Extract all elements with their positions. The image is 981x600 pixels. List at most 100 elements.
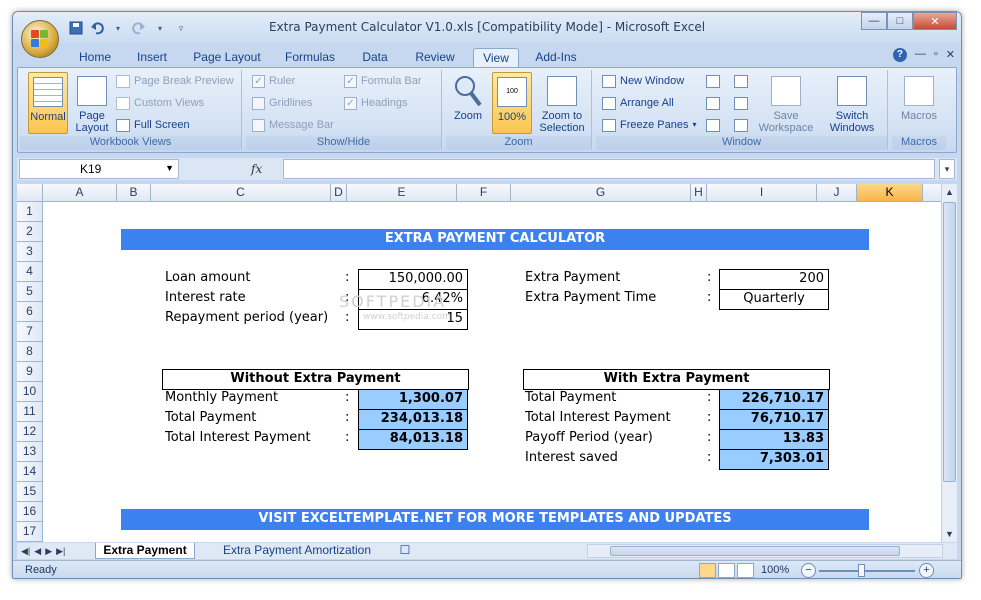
zoom-out-icon[interactable]: − — [801, 563, 816, 578]
row-header[interactable]: 7 — [17, 322, 43, 342]
row-header[interactable]: 11 — [17, 402, 43, 422]
normal-view-shortcut-icon[interactable] — [699, 563, 716, 578]
loan-amount-input[interactable]: 150,000.00 — [358, 269, 468, 290]
sheet-tab-amortization[interactable]: Extra Payment Amortization — [207, 543, 387, 559]
close-button[interactable]: ✕ — [913, 12, 957, 30]
page-layout-shortcut-icon[interactable] — [718, 563, 735, 578]
headings-checkbox[interactable]: ✓ Headings — [344, 94, 407, 112]
tab-data[interactable]: Data — [357, 48, 393, 68]
normal-view-button[interactable]: Normal — [28, 72, 68, 134]
row-header[interactable]: 16 — [17, 502, 43, 522]
tab-view[interactable]: View — [473, 48, 519, 68]
row-header[interactable]: 12 — [17, 422, 43, 442]
last-sheet-icon[interactable]: ▶| — [56, 543, 65, 559]
insert-sheet-icon[interactable]: ☐ — [395, 543, 415, 559]
column-header[interactable]: F — [457, 184, 511, 202]
column-header-selected[interactable]: K — [857, 184, 923, 202]
column-header[interactable]: E — [347, 184, 457, 202]
switch-windows-button[interactable]: Switch Windows — [822, 72, 882, 134]
worksheet-grid[interactable]: A B C D E F G H I J K 1 2 3 4 5 6 7 8 9 … — [17, 184, 941, 542]
expand-formula-bar-button[interactable]: ▾ — [939, 159, 955, 179]
macros-button[interactable]: Macros — [898, 72, 940, 134]
zoom-button[interactable]: Zoom — [450, 72, 486, 134]
select-all-button[interactable] — [17, 184, 43, 202]
next-sheet-icon[interactable]: ▶ — [45, 543, 52, 559]
column-header[interactable]: G — [511, 184, 691, 202]
prev-sheet-icon[interactable]: ◀ — [34, 543, 41, 559]
workbook-restore-button[interactable]: ▫ — [934, 48, 938, 62]
insert-function-icon[interactable]: fx — [251, 162, 262, 176]
row-header[interactable]: 4 — [17, 262, 43, 282]
column-header[interactable]: J — [817, 184, 857, 202]
row-header[interactable]: 6 — [17, 302, 43, 322]
horizontal-scrollbar[interactable] — [587, 544, 943, 558]
tab-insert[interactable]: Insert — [131, 48, 173, 68]
formula-input[interactable] — [283, 159, 935, 179]
extra-payment-time-select[interactable]: Quarterly — [719, 289, 829, 310]
arrange-all-button[interactable]: Arrange All — [602, 94, 674, 112]
column-header[interactable]: H — [691, 184, 707, 202]
row-header[interactable]: 5 — [17, 282, 43, 302]
zoom-slider[interactable] — [819, 570, 915, 572]
name-box[interactable]: K19 ▼ — [19, 159, 179, 179]
unhide-button[interactable] — [706, 116, 720, 134]
split-button[interactable] — [706, 72, 720, 90]
new-window-button[interactable]: New Window — [602, 72, 684, 90]
row-header[interactable]: 2 — [17, 222, 43, 242]
workbook-minimize-button[interactable]: — — [915, 48, 926, 62]
zoom-in-icon[interactable]: + — [919, 563, 934, 578]
chevron-down-icon[interactable]: ▼ — [165, 163, 174, 173]
vertical-scrollbar[interactable]: ▲ ▼ — [941, 184, 957, 542]
page-break-shortcut-icon[interactable] — [737, 563, 754, 578]
footer-banner[interactable]: VISIT EXCELTEMPLATE.NET FOR MORE TEMPLAT… — [121, 509, 869, 530]
column-header[interactable] — [923, 184, 941, 202]
column-header[interactable]: I — [707, 184, 817, 202]
tab-review[interactable]: Review — [411, 48, 459, 68]
first-sheet-icon[interactable]: ◀| — [21, 543, 30, 559]
scroll-up-icon[interactable]: ▲ — [942, 184, 957, 200]
freeze-panes-button[interactable]: Freeze Panes ▾ — [602, 116, 697, 134]
custom-views-button[interactable]: Custom Views — [116, 94, 204, 112]
maximize-button[interactable]: □ — [887, 12, 913, 30]
scroll-thumb[interactable] — [943, 202, 956, 482]
tab-formulas[interactable]: Formulas — [281, 48, 339, 68]
page-layout-view-button[interactable]: Page Layout — [72, 72, 112, 134]
row-header[interactable]: 1 — [17, 202, 43, 222]
extra-payment-input[interactable]: 200 — [719, 269, 829, 290]
sync-scroll-button[interactable] — [734, 94, 748, 112]
minimize-button[interactable]: — — [861, 12, 887, 30]
tab-home[interactable]: Home — [75, 48, 115, 68]
row-header[interactable]: 9 — [17, 362, 43, 382]
row-header[interactable]: 14 — [17, 462, 43, 482]
row-header[interactable]: 10 — [17, 382, 43, 402]
zoom-to-selection-button[interactable]: Zoom to Selection — [536, 72, 588, 134]
zoom-slider-knob[interactable] — [858, 564, 865, 577]
office-button[interactable] — [21, 20, 59, 58]
hide-button[interactable] — [706, 94, 720, 112]
column-header[interactable]: B — [117, 184, 151, 202]
formula-bar-checkbox[interactable]: ✓ Formula Bar — [344, 72, 422, 90]
scroll-down-icon[interactable]: ▼ — [942, 526, 957, 542]
row-header[interactable]: 8 — [17, 342, 43, 362]
save-workspace-button[interactable]: Save Workspace — [758, 72, 814, 134]
gridlines-checkbox[interactable]: Gridlines — [252, 94, 312, 112]
row-header[interactable]: 17 — [17, 522, 43, 542]
row-header[interactable]: 3 — [17, 242, 43, 262]
full-screen-button[interactable]: Full Screen — [116, 116, 190, 134]
scroll-thumb[interactable] — [610, 546, 900, 556]
tab-page-layout[interactable]: Page Layout — [191, 48, 263, 68]
page-break-preview-button[interactable]: Page Break Preview — [116, 72, 234, 90]
message-bar-checkbox[interactable]: Message Bar — [252, 116, 334, 134]
sheet-tab-extra-payment[interactable]: Extra Payment — [95, 543, 195, 559]
workbook-close-button[interactable]: ✕ — [946, 48, 955, 62]
row-header[interactable]: 13 — [17, 442, 43, 462]
zoom-100-button[interactable]: 100 100% — [492, 72, 532, 134]
zoom-level[interactable]: 100% — [761, 564, 789, 576]
column-header[interactable]: A — [43, 184, 117, 202]
reset-position-button[interactable] — [734, 116, 748, 134]
help-icon[interactable]: ? — [892, 48, 907, 62]
row-header[interactable]: 15 — [17, 482, 43, 502]
ruler-checkbox[interactable]: ✓ Ruler — [252, 72, 295, 90]
column-header[interactable]: D — [331, 184, 347, 202]
view-side-by-side-button[interactable] — [734, 72, 748, 90]
